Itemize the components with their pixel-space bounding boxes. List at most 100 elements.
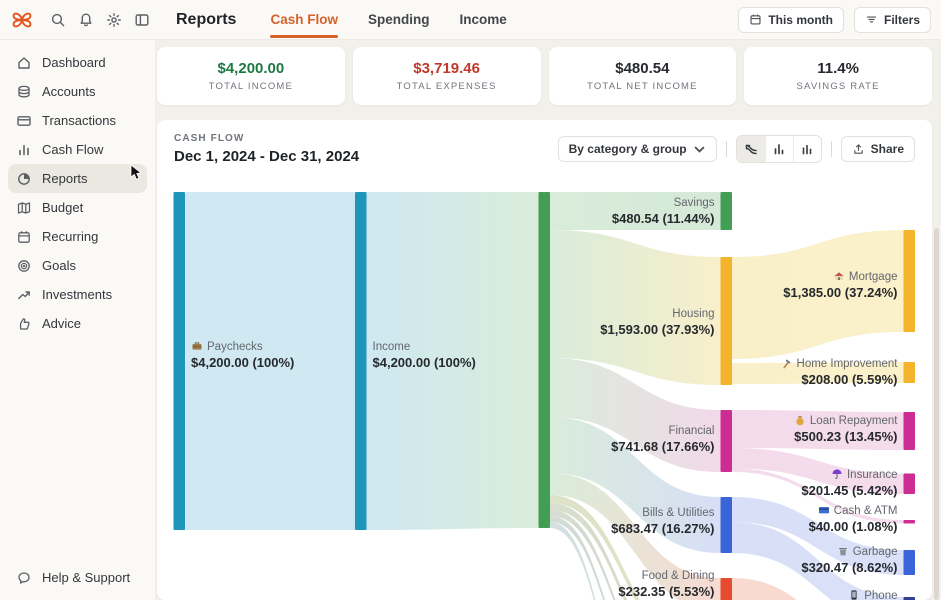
sidebar-item-help-support[interactable]: Help & Support: [8, 563, 147, 592]
sidebar-item-label: Budget: [42, 200, 83, 215]
sankey-node-savings[interactable]: [721, 192, 733, 230]
group-by-label: By category & group: [569, 142, 687, 156]
stat-value: 11.4%: [817, 60, 859, 77]
trend-up-icon: [16, 287, 32, 303]
sidebar-item-transactions[interactable]: Transactions: [8, 106, 147, 135]
sidebar-item-label: Dashboard: [42, 55, 106, 70]
summary-cards: $4,200.00 TOTAL INCOME $3,719.46 TOTAL E…: [157, 47, 932, 105]
sidebar-item-dashboard[interactable]: Dashboard: [8, 48, 147, 77]
stat-value: $4,200.00: [218, 60, 285, 77]
share-button[interactable]: Share: [841, 136, 915, 162]
sankey-link-split-savings[interactable]: [550, 192, 721, 230]
sidebar-item-cash-flow[interactable]: Cash Flow: [8, 135, 147, 164]
topbar: Reports Cash Flow Spending Income This m…: [0, 0, 941, 40]
panel-toggle-icon[interactable]: [134, 12, 150, 28]
tab-spending[interactable]: Spending: [368, 0, 430, 40]
filter-icon: [865, 13, 878, 26]
sankey-node-split[interactable]: [539, 192, 551, 528]
stat-card-total-net-income: $480.54 TOTAL NET INCOME: [549, 47, 737, 105]
sankey-link-housing-mortgage[interactable]: [732, 230, 904, 359]
layers-icon: [16, 84, 32, 100]
sidebar-item-investments[interactable]: Investments: [8, 280, 147, 309]
sankey-node-bills[interactable]: [721, 497, 733, 553]
bar-chart-icon: [16, 142, 32, 158]
sidebar-item-label: Cash Flow: [42, 142, 103, 157]
stat-value: $3,719.46: [413, 60, 480, 77]
bell-icon[interactable]: [78, 12, 94, 28]
sankey-node-insurance[interactable]: [904, 474, 916, 495]
sankey-node-home_improvement[interactable]: [904, 362, 916, 383]
report-tabs: Cash Flow Spending Income: [270, 0, 506, 40]
sidebar-item-label: Investments: [42, 287, 112, 302]
sidebar-item-label: Transactions: [42, 113, 116, 128]
sidebar-item-label: Goals: [42, 258, 76, 273]
chart-controls: By category & group: [558, 135, 915, 163]
stat-card-total-income: $4,200.00 TOTAL INCOME: [157, 47, 345, 105]
divider: [831, 141, 832, 157]
stacked-bar-icon: [800, 142, 814, 156]
thumbs-up-icon: [16, 316, 32, 332]
calendar-icon: [749, 13, 762, 26]
credit-card-icon: [16, 113, 32, 129]
sidebar-item-advice[interactable]: Advice: [8, 309, 147, 338]
sidebar-item-label: Accounts: [42, 84, 95, 99]
sankey-node-mortgage[interactable]: [904, 230, 916, 332]
scrollbar-thumb[interactable]: [934, 228, 939, 600]
calendar-icon: [16, 229, 32, 245]
sankey-link-paychecks-income[interactable]: [185, 192, 355, 530]
sankey-node-loan_repayment[interactable]: [904, 412, 916, 450]
home-icon: [16, 55, 32, 71]
gear-icon[interactable]: [106, 12, 122, 28]
stacked-bar-view-button[interactable]: [793, 136, 821, 162]
sankey-node-food[interactable]: [721, 578, 733, 600]
filters-button[interactable]: Filters: [854, 7, 931, 33]
sidebar-item-accounts[interactable]: Accounts: [8, 77, 147, 106]
stat-value: $480.54: [615, 60, 669, 77]
share-icon: [852, 143, 865, 156]
bar-chart-view-button[interactable]: [765, 136, 793, 162]
sankey-node-financial[interactable]: [721, 410, 733, 472]
bar-chart-icon: [772, 142, 786, 156]
stat-label: TOTAL NET INCOME: [587, 81, 698, 92]
app-logo-icon[interactable]: [10, 8, 34, 32]
tab-cash-flow[interactable]: Cash Flow: [270, 0, 338, 40]
sidebar-item-reports[interactable]: Reports: [8, 164, 147, 193]
date-range-label: This month: [768, 13, 833, 27]
sankey-node-paychecks[interactable]: [174, 192, 186, 530]
divider: [726, 141, 727, 157]
chevron-down-icon: [693, 143, 706, 156]
sankey-link-housing-home_improvement[interactable]: [732, 362, 904, 384]
sidebar-item-budget[interactable]: Budget: [8, 193, 147, 222]
tab-income[interactable]: Income: [459, 0, 506, 40]
sankey-node-cash_atm[interactable]: [904, 520, 916, 524]
filters-label: Filters: [884, 13, 920, 27]
cash-flow-sankey-chart[interactable]: [160, 185, 935, 600]
chart-type-switcher: [736, 135, 822, 163]
sidebar-item-label: Help & Support: [42, 570, 130, 585]
sankey-link-financial-loan_repayment[interactable]: [732, 410, 904, 450]
card-eyebrow: CASH FLOW: [174, 133, 359, 144]
topbar-actions: This month Filters: [738, 7, 941, 33]
sankey-node-income[interactable]: [355, 192, 367, 530]
sankey-node-housing[interactable]: [721, 257, 733, 385]
sankey-link-income-split[interactable]: [367, 192, 539, 530]
stat-card-savings-rate: 11.4% SAVINGS RATE: [744, 47, 932, 105]
sankey-icon: [744, 142, 758, 156]
date-range-button[interactable]: This month: [738, 7, 844, 33]
sankey-node-garbage[interactable]: [904, 550, 916, 575]
stat-label: SAVINGS RATE: [797, 81, 880, 92]
sidebar-item-label: Advice: [42, 316, 81, 331]
sidebar-item-goals[interactable]: Goals: [8, 251, 147, 280]
stat-label: TOTAL EXPENSES: [397, 81, 497, 92]
page-title: Reports: [176, 11, 236, 29]
stat-label: TOTAL INCOME: [209, 81, 293, 92]
group-by-dropdown[interactable]: By category & group: [558, 136, 717, 162]
topbar-icons: [50, 12, 150, 28]
map-icon: [16, 200, 32, 216]
sidebar-item-recurring[interactable]: Recurring: [8, 222, 147, 251]
sidebar-item-label: Reports: [42, 171, 88, 186]
date-range-title: Dec 1, 2024 - Dec 31, 2024: [174, 148, 359, 165]
search-icon[interactable]: [50, 12, 66, 28]
share-label: Share: [871, 142, 904, 156]
sankey-view-button[interactable]: [737, 136, 765, 162]
